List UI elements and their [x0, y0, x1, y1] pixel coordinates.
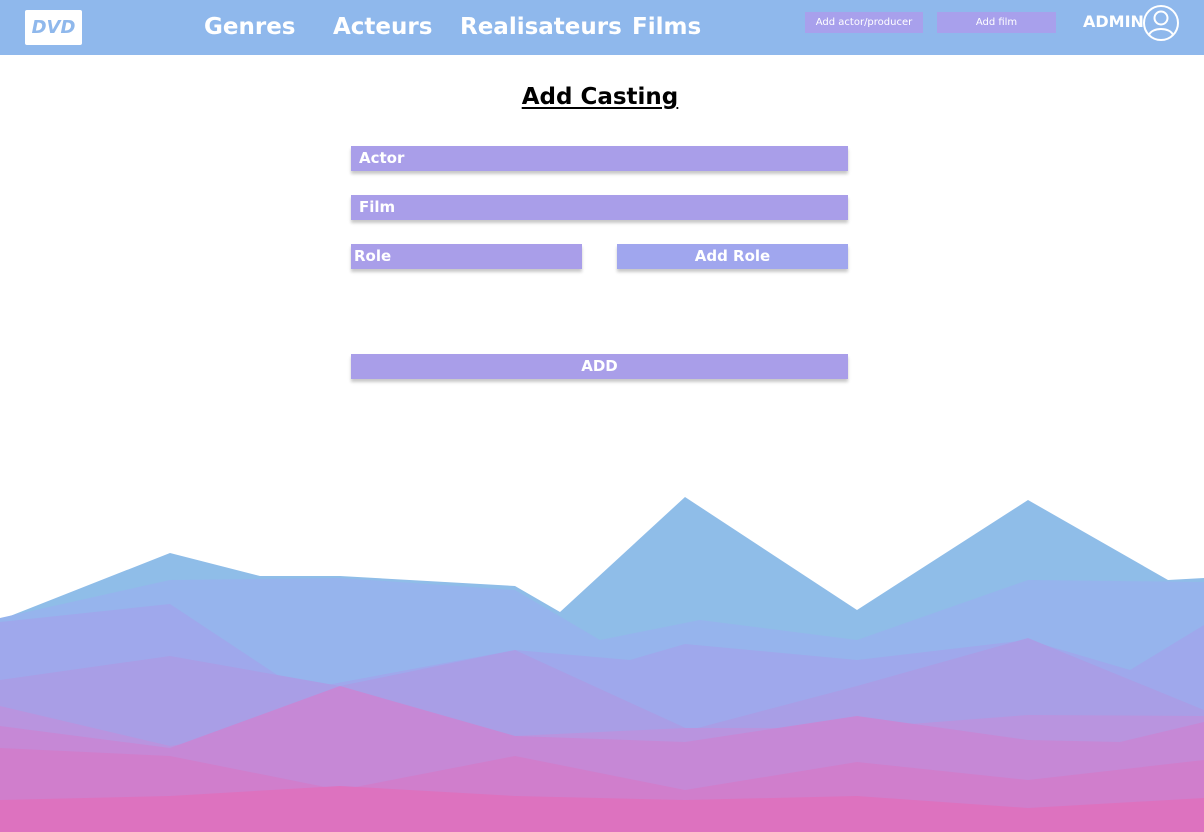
add-role-button[interactable]: Add Role	[617, 244, 848, 269]
user-circle-icon[interactable]	[1142, 4, 1180, 42]
page: DVD Genres Acteurs Realisateurs Films Ad…	[0, 0, 1204, 832]
nav-link-realisateurs[interactable]: Realisateurs	[460, 10, 622, 44]
mountain-background	[0, 497, 1204, 832]
add-film-button[interactable]: Add film	[937, 12, 1056, 33]
nav-link-genres[interactable]: Genres	[204, 10, 295, 44]
navbar: DVD Genres Acteurs Realisateurs Films Ad…	[0, 0, 1204, 55]
nav-link-films[interactable]: Films	[632, 10, 701, 44]
page-title: Add Casting	[521, 84, 679, 110]
add-button[interactable]: ADD	[351, 354, 848, 379]
film-field[interactable]: Film	[351, 195, 848, 220]
nav-link-acteurs[interactable]: Acteurs	[333, 10, 432, 44]
role-field[interactable]: Role	[351, 244, 582, 269]
admin-label: ADMIN	[1083, 12, 1144, 31]
add-actor-producer-button[interactable]: Add actor/producer	[805, 12, 923, 33]
dvd-logo[interactable]: DVD	[25, 10, 82, 45]
actor-field[interactable]: Actor	[351, 146, 848, 171]
